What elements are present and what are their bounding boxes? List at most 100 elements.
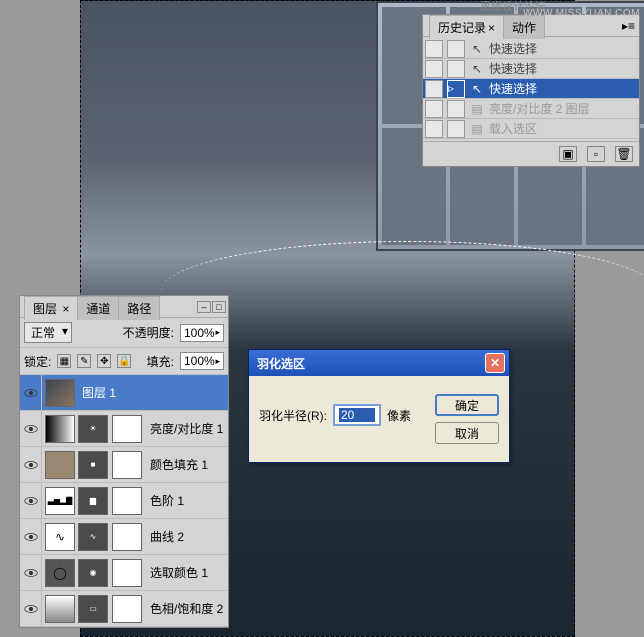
history-checkbox[interactable] — [425, 60, 443, 78]
layer-row[interactable]: ☀ 亮度/对比度 1 — [20, 411, 228, 447]
layer-thumb[interactable]: ▃▅▂▇ — [45, 487, 75, 515]
layer-thumb[interactable] — [45, 415, 75, 443]
quick-select-icon: ↖ — [469, 81, 485, 97]
dialog-title: 羽化选区 — [257, 355, 305, 372]
tab-history-label: 历史记录 — [438, 21, 486, 35]
layer-name[interactable]: 色相/饱和度 2 — [146, 600, 228, 617]
layer-thumb[interactable] — [45, 595, 75, 623]
layers-lock-row: 锁定: ▦ ✎ ✥ 🔒 填充: 100% — [20, 348, 228, 375]
dialog-close-button[interactable]: ✕ — [485, 353, 505, 373]
opacity-input[interactable]: 100% — [180, 324, 224, 342]
trash-icon[interactable]: 🗑 — [615, 146, 633, 162]
close-icon[interactable]: □ — [212, 301, 226, 313]
adjustment-icon[interactable]: ☀ — [78, 415, 108, 443]
history-item-label: 快速选择 — [489, 80, 537, 97]
layer-thumb[interactable]: ◯ — [45, 559, 75, 587]
layer-row[interactable]: ∿ ∿ 曲线 2 — [20, 519, 228, 555]
history-item-label: 快速选择 — [489, 40, 537, 57]
history-item-label: 快速选择 — [489, 60, 537, 77]
layer-name[interactable]: 图层 1 — [78, 384, 228, 401]
layer-row[interactable]: ◯ ◉ 选取颜色 1 — [20, 555, 228, 591]
layer-row-selected[interactable]: 图层 1 — [20, 375, 228, 411]
visibility-icon[interactable] — [20, 519, 42, 555]
layer-mask[interactable] — [112, 487, 142, 515]
history-item-selected[interactable]: ▹ ↖ 快速选择 — [423, 79, 639, 99]
site-watermark: WWW.MISSYUAN.COM — [523, 8, 640, 19]
layer-row[interactable]: ▭ 色相/饱和度 2 — [20, 591, 228, 627]
layer-mask[interactable] — [112, 523, 142, 551]
layer-thumb[interactable] — [45, 451, 75, 479]
layer-mask[interactable] — [112, 559, 142, 587]
feather-dialog: 羽化选区 ✕ 羽化半径(R): 20 像素 确定 取消 — [248, 349, 510, 463]
history-item[interactable]: ↖ 快速选择 — [423, 59, 639, 79]
blend-mode-select[interactable]: 正常 — [24, 322, 72, 343]
layers-options-row: 正常 不透明度: 100% — [20, 318, 228, 348]
layer-name[interactable]: 曲线 2 — [146, 528, 228, 545]
history-item-label: 载入选区 — [489, 120, 537, 137]
history-checkbox[interactable] — [425, 100, 443, 118]
history-item[interactable]: ↖ 快速选择 — [423, 39, 639, 59]
history-checkbox[interactable] — [425, 40, 443, 58]
tab-layers-label: 图层 — [33, 302, 57, 316]
history-checkbox[interactable] — [425, 120, 443, 138]
adjustment-icon[interactable]: ▆ — [78, 487, 108, 515]
snapshot-icon[interactable]: ▣ — [559, 146, 577, 162]
opacity-label: 不透明度: — [123, 324, 174, 341]
layers-panel: 图层 × 通道 路径 – □ 正常 不透明度: 100% 锁定: ▦ ✎ ✥ 🔒… — [19, 295, 229, 628]
layer-thumb[interactable] — [45, 379, 75, 407]
layer-mask[interactable] — [112, 451, 142, 479]
layer-row[interactable]: ■ 颜色填充 1 — [20, 447, 228, 483]
layer-thumb[interactable]: ∿ — [45, 523, 75, 551]
history-item[interactable]: ▤ 载入选区 — [423, 119, 639, 139]
lock-all-icon[interactable]: 🔒 — [117, 354, 131, 368]
feather-unit-label: 像素 — [387, 407, 411, 424]
history-item[interactable]: ▤ 亮度/对比度 2 图层 — [423, 99, 639, 119]
adjustment-icon[interactable]: ▭ — [78, 595, 108, 623]
visibility-icon[interactable] — [20, 411, 42, 447]
ok-button[interactable]: 确定 — [435, 394, 499, 416]
close-icon[interactable]: × — [488, 21, 495, 35]
history-panel: 历史记录× 动作 ▸≡ ↖ 快速选择 ↖ 快速选择 ▹ ↖ 快速选择 ▤ 亮度/… — [422, 14, 640, 167]
history-list: ↖ 快速选择 ↖ 快速选择 ▹ ↖ 快速选择 ▤ 亮度/对比度 2 图层 ▤ 载… — [423, 37, 639, 141]
adjustment-icon[interactable]: ◉ — [78, 559, 108, 587]
load-selection-icon: ▤ — [469, 121, 485, 137]
minimize-icon[interactable]: – — [197, 301, 211, 313]
lock-label: 锁定: — [24, 353, 51, 370]
cancel-button[interactable]: 取消 — [435, 422, 499, 444]
layer-mask[interactable] — [112, 595, 142, 623]
layers-list: 图层 1 ☀ 亮度/对比度 1 ■ 颜色填充 1 ▃▅▂▇ ▆ 色阶 1 ∿ ∿ — [20, 375, 228, 627]
visibility-icon[interactable] — [20, 591, 42, 627]
feather-radius-input[interactable]: 20 — [333, 404, 381, 426]
layer-name[interactable]: 亮度/对比度 1 — [146, 420, 228, 437]
lock-transparency-icon[interactable]: ▦ — [57, 354, 71, 368]
layer-name[interactable]: 色阶 1 — [146, 492, 228, 509]
layer-name[interactable]: 颜色填充 1 — [146, 456, 228, 473]
adjustment-icon[interactable]: ■ — [78, 451, 108, 479]
adjustment-icon: ▤ — [469, 101, 485, 117]
layer-row[interactable]: ▃▅▂▇ ▆ 色阶 1 — [20, 483, 228, 519]
visibility-icon[interactable] — [20, 447, 42, 483]
dialog-titlebar[interactable]: 羽化选区 ✕ — [249, 350, 509, 376]
visibility-icon[interactable] — [20, 483, 42, 519]
visibility-icon[interactable] — [20, 555, 42, 591]
layers-tabs: 图层 × 通道 路径 – □ — [20, 296, 228, 318]
layer-name[interactable]: 选取颜色 1 — [146, 564, 228, 581]
panel-menu-icon[interactable]: ▸≡ — [618, 19, 639, 33]
quick-select-icon: ↖ — [469, 61, 485, 77]
fill-input[interactable]: 100% — [180, 352, 224, 370]
tab-history[interactable]: 历史记录× — [429, 15, 504, 39]
fill-label: 填充: — [147, 353, 174, 370]
lock-paint-icon[interactable]: ✎ — [77, 354, 91, 368]
layer-mask[interactable] — [112, 415, 142, 443]
tab-channels[interactable]: 通道 — [77, 296, 119, 320]
new-state-icon[interactable]: ▫ — [587, 146, 605, 162]
tab-layers[interactable]: 图层 × — [24, 296, 78, 320]
lock-position-icon[interactable]: ✥ — [97, 354, 111, 368]
tab-paths[interactable]: 路径 — [118, 296, 160, 320]
feather-radius-label: 羽化半径(R): — [259, 407, 327, 424]
visibility-icon[interactable] — [20, 375, 42, 411]
adjustment-icon[interactable]: ∿ — [78, 523, 108, 551]
close-icon[interactable]: × — [59, 302, 69, 316]
history-checkbox[interactable] — [425, 80, 443, 98]
quick-select-icon: ↖ — [469, 41, 485, 57]
